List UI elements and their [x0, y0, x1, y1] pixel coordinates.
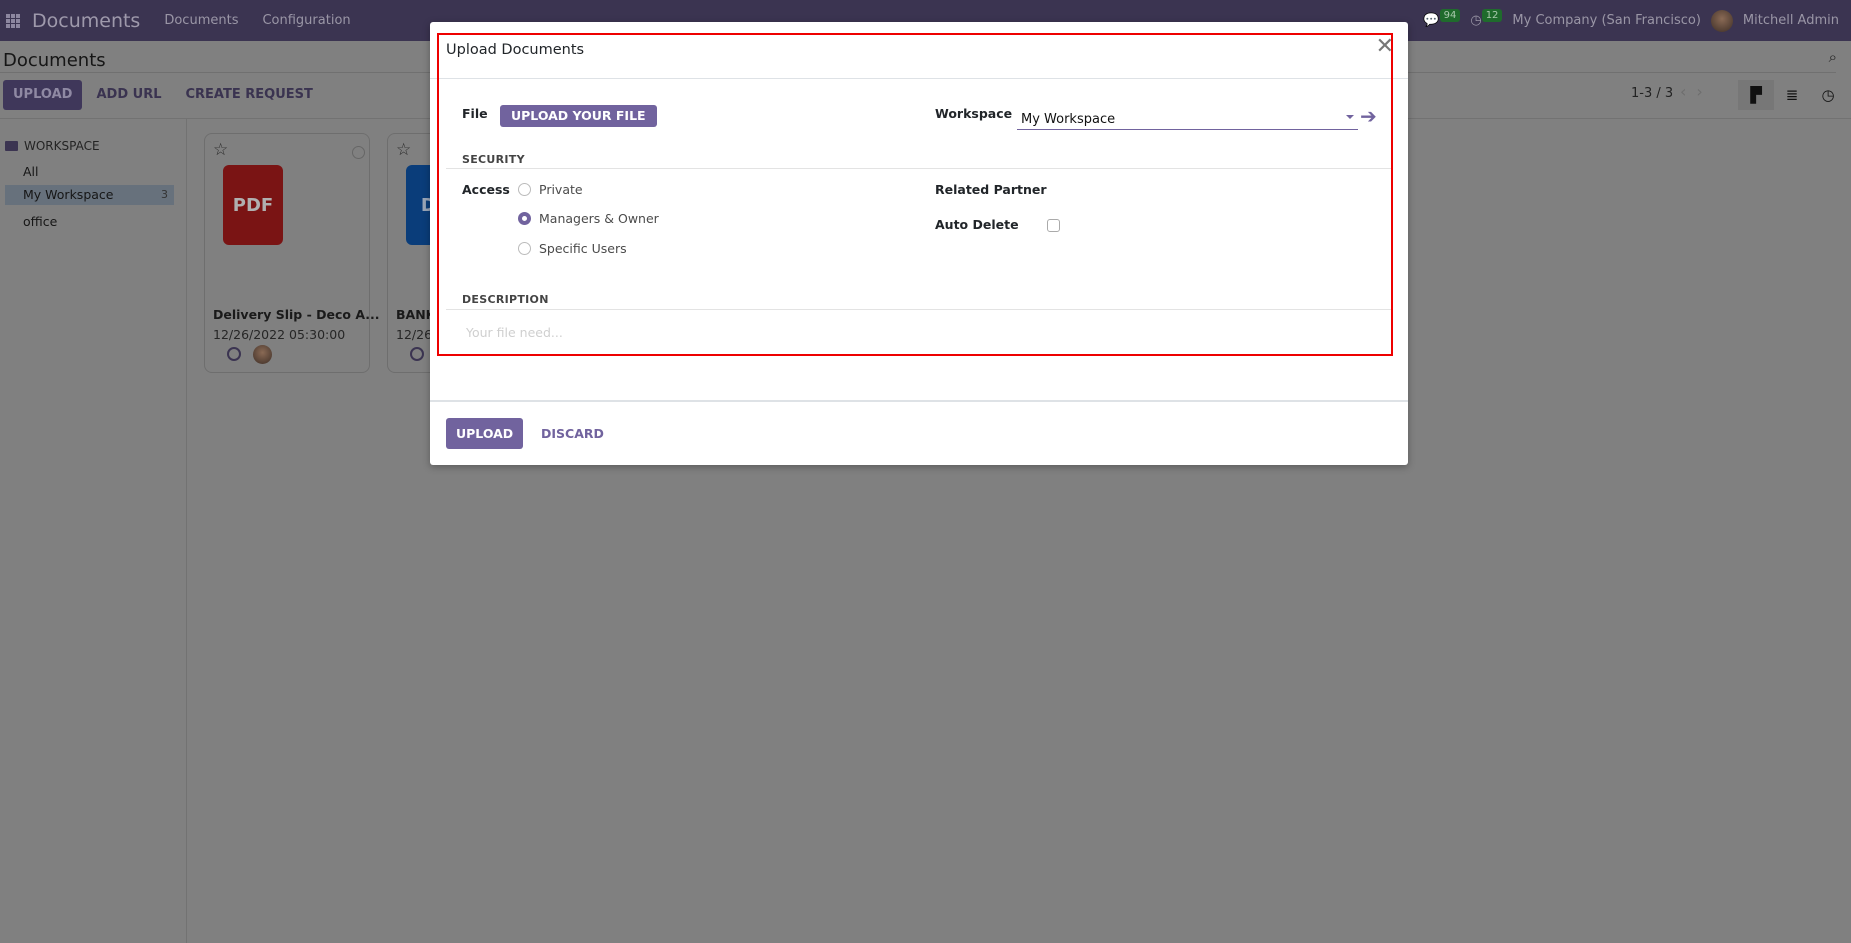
star-icon[interactable]: ☆	[396, 140, 411, 160]
list-view-icon[interactable]: ≣	[1774, 80, 1810, 110]
dialog-title: Upload Documents	[446, 42, 585, 58]
divider	[446, 309, 1393, 310]
sidebar-header: WORKSPACE	[5, 139, 100, 153]
sidebar-header-label: WORKSPACE	[24, 139, 100, 153]
upload-documents-dialog: Upload Documents ✕ File UPLOAD YOUR FILE…	[430, 22, 1408, 465]
sidebar-item-label: My Workspace	[23, 187, 114, 202]
workspace-input[interactable]: My Workspace	[1017, 105, 1358, 130]
auto-delete-checkbox[interactable]	[1047, 219, 1060, 232]
chat-icon: 💬	[1423, 13, 1440, 28]
access-radio-specific-users[interactable]: Specific Users	[518, 241, 627, 256]
document-name: Delivery Slip - Deco A...	[213, 307, 380, 322]
upload-your-file-button[interactable]: UPLOAD YOUR FILE	[500, 105, 657, 127]
arrow-right-icon[interactable]: ➔	[1360, 104, 1377, 128]
sidebar-item-count: 3	[161, 188, 168, 201]
page-title: Documents	[3, 50, 106, 71]
file-label: File	[462, 106, 488, 121]
access-label: Access	[462, 182, 510, 197]
pager-value: 1-3 / 3	[1631, 86, 1674, 101]
access-radio-managers-owner[interactable]: Managers & Owner	[518, 211, 659, 226]
radio-selected-icon[interactable]	[518, 212, 531, 225]
sidebar: WORKSPACE All My Workspace 3 office	[0, 119, 187, 943]
document-card[interactable]: ☆ PDF Delivery Slip - Deco A... 12/26/20…	[204, 133, 379, 373]
sidebar-item-office[interactable]: office	[5, 212, 174, 232]
close-icon[interactable]: ✕	[1376, 36, 1394, 58]
caret-down-icon[interactable]	[1346, 115, 1354, 119]
sidebar-item-my-workspace[interactable]: My Workspace 3	[5, 185, 174, 205]
chevron-right-icon[interactable]: ›	[1696, 82, 1712, 101]
activity-clock-icon[interactable]	[227, 347, 241, 361]
chevron-left-icon[interactable]: ‹	[1680, 82, 1696, 101]
app-name[interactable]: Documents	[32, 10, 140, 32]
search-icon[interactable]: ⌕	[1829, 48, 1837, 66]
document-date: 12/26	[396, 327, 433, 342]
description-input[interactable]: Your file need...	[466, 325, 563, 340]
workspace-value: My Workspace	[1021, 112, 1116, 127]
owner-avatar	[253, 345, 272, 364]
clock-icon: ◷	[1470, 13, 1482, 28]
folder-icon	[5, 141, 18, 151]
upload-submit-button[interactable]: UPLOAD	[446, 418, 524, 449]
description-header: DESCRIPTION	[462, 293, 549, 306]
company-switcher[interactable]: My Company (San Francisco)	[1512, 13, 1700, 28]
upload-button[interactable]: UPLOAD	[3, 80, 83, 110]
create-request-button[interactable]: CREATE REQUEST	[176, 80, 323, 110]
sidebar-item-all[interactable]: All	[5, 162, 174, 182]
select-checkbox[interactable]	[352, 146, 365, 159]
document-date: 12/26/2022 05:30:00	[213, 327, 346, 342]
activities-button[interactable]: ◷ 12	[1470, 9, 1503, 28]
messages-badge: 94	[1439, 9, 1461, 22]
kanban-view-icon[interactable]: ▛	[1738, 80, 1774, 110]
related-partner-label: Related Partner	[935, 182, 1047, 197]
apps-menu-icon[interactable]	[6, 13, 20, 28]
radio-label: Private	[539, 182, 583, 197]
pdf-file-icon: PDF	[223, 165, 283, 245]
discard-button[interactable]: DISCARD	[531, 418, 614, 449]
dialog-footer-divider	[430, 400, 1408, 402]
add-url-button[interactable]: ADD URL	[86, 80, 171, 110]
radio-label: Managers & Owner	[539, 211, 659, 226]
security-header: SECURITY	[462, 153, 525, 166]
auto-delete-label: Auto Delete	[935, 217, 1019, 232]
radio-label: Specific Users	[539, 241, 627, 256]
divider	[446, 168, 1393, 169]
user-menu[interactable]: Mitchell Admin	[1743, 13, 1839, 28]
star-icon[interactable]: ☆	[213, 140, 228, 160]
activities-badge: 12	[1481, 9, 1503, 22]
access-radio-private[interactable]: Private	[518, 182, 583, 197]
menu-documents[interactable]: Documents	[164, 13, 238, 28]
radio-icon[interactable]	[518, 183, 531, 196]
sidebar-item-label: All	[23, 164, 39, 179]
activity-clock-icon[interactable]	[410, 347, 424, 361]
workspace-label: Workspace	[935, 106, 1013, 121]
user-avatar[interactable]	[1710, 9, 1733, 32]
dialog-header: Upload Documents ✕	[430, 22, 1408, 79]
activity-view-icon[interactable]: ◷	[1810, 80, 1846, 110]
messages-button[interactable]: 💬 94	[1423, 9, 1461, 28]
radio-icon[interactable]	[518, 242, 531, 255]
menu-configuration[interactable]: Configuration	[262, 13, 350, 28]
sidebar-item-label: office	[23, 214, 58, 229]
